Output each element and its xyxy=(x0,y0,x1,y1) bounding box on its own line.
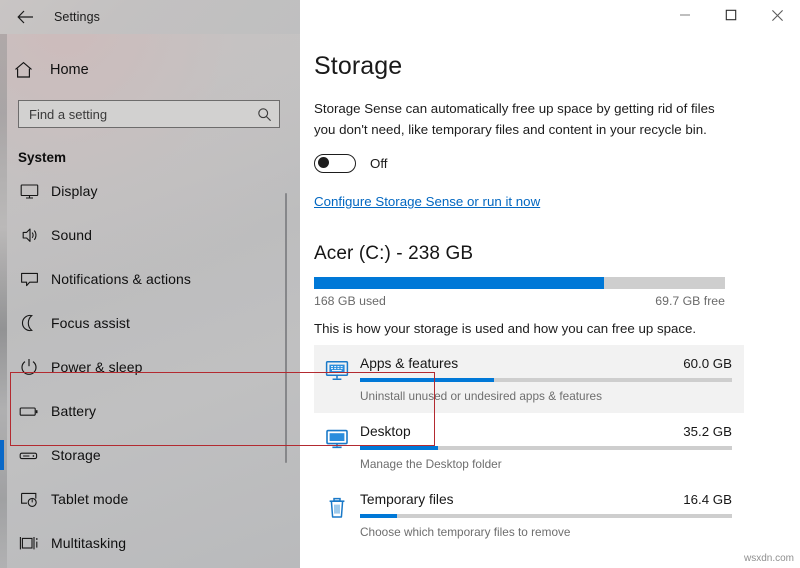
sidebar: Home System Display xyxy=(0,0,300,568)
storage-category-apps-features[interactable]: Apps & features 60.0 GB Uninstall unused… xyxy=(314,345,744,413)
storage-category-name: Temporary files xyxy=(360,492,454,507)
desktop-monitor-icon xyxy=(320,424,354,471)
moon-icon xyxy=(14,314,44,332)
sidebar-scrollbar[interactable] xyxy=(285,193,287,463)
sidebar-item-battery[interactable]: Battery xyxy=(0,389,300,433)
close-button[interactable] xyxy=(754,0,800,30)
storage-category-size: 60.0 GB xyxy=(683,356,732,371)
storage-list-intro: This is how your storage is used and how… xyxy=(314,321,800,336)
storage-category-size: 35.2 GB xyxy=(683,424,732,439)
drive-icon xyxy=(14,449,44,462)
configure-storage-sense-link[interactable]: Configure Storage Sense or run it now xyxy=(314,194,540,209)
monitor-icon xyxy=(14,183,44,200)
sidebar-item-home[interactable]: Home xyxy=(0,50,300,90)
home-label: Home xyxy=(50,62,89,78)
window-controls xyxy=(300,0,800,34)
drive-title: Acer (C:) - 238 GB xyxy=(314,243,800,265)
storage-sense-description: Storage Sense can automatically free up … xyxy=(314,98,732,140)
maximize-icon xyxy=(725,9,737,21)
sidebar-item-notifications-actions[interactable]: Notifications & actions xyxy=(0,257,300,301)
back-arrow-icon xyxy=(17,10,34,24)
battery-icon xyxy=(14,404,44,418)
storage-category-subtitle: Choose which temporary files to remove xyxy=(360,525,732,539)
minimize-icon xyxy=(679,9,691,21)
trash-icon xyxy=(320,492,354,539)
storage-category-bar xyxy=(360,378,732,382)
search-icon xyxy=(255,107,273,122)
storage-sense-toggle[interactable] xyxy=(314,154,356,173)
drive-used-label: 168 GB used xyxy=(314,294,386,308)
apps-features-icon xyxy=(320,356,354,403)
sidebar-item-tablet-mode[interactable]: Tablet mode xyxy=(0,477,300,521)
storage-category-name: Desktop xyxy=(360,424,411,439)
storage-category-body: Temporary files 16.4 GB Choose which tem… xyxy=(354,492,732,539)
storage-category-subtitle: Uninstall unused or undesired apps & fea… xyxy=(360,389,732,403)
storage-category-body: Desktop 35.2 GB Manage the Desktop folde… xyxy=(354,424,732,471)
sidebar-item-multitasking[interactable]: Multitasking xyxy=(0,521,300,565)
sidebar-item-label: Focus assist xyxy=(51,315,130,331)
sidebar-item-display[interactable]: Display xyxy=(0,169,300,213)
storage-category-bar xyxy=(360,446,732,450)
sidebar-item-storage[interactable]: Storage xyxy=(0,433,300,477)
sidebar-item-power-sleep[interactable]: Power & sleep xyxy=(0,345,300,389)
storage-category-body: Apps & features 60.0 GB Uninstall unused… xyxy=(354,356,732,403)
sidebar-nav-list: Display Sound xyxy=(0,169,300,565)
maximize-button[interactable] xyxy=(708,0,754,30)
storage-category-size: 16.4 GB xyxy=(683,492,732,507)
multitasking-icon xyxy=(14,535,44,552)
settings-window: Settings xyxy=(0,0,800,568)
sidebar-item-focus-assist[interactable]: Focus assist xyxy=(0,301,300,345)
minimize-button[interactable] xyxy=(662,0,708,30)
title-bar: Settings xyxy=(0,0,800,34)
search-input[interactable] xyxy=(29,101,255,127)
storage-category-bar-fill xyxy=(360,446,438,450)
speaker-icon xyxy=(14,227,44,244)
sidebar-item-label: Multitasking xyxy=(51,535,126,551)
sidebar-item-label: Power & sleep xyxy=(51,359,143,375)
sidebar-section-title: System xyxy=(18,150,300,165)
storage-category-bar-fill xyxy=(360,378,494,382)
sidebar-item-label: Display xyxy=(51,183,98,199)
notification-icon xyxy=(14,271,44,288)
sidebar-item-sound[interactable]: Sound xyxy=(0,213,300,257)
drive-free-label: 69.7 GB free xyxy=(655,294,725,308)
drive-usage-fill xyxy=(314,277,604,289)
toggle-knob xyxy=(318,157,329,168)
watermark: wsxdn.com xyxy=(744,553,794,564)
title-bar-left: Settings xyxy=(0,0,300,34)
storage-category-header: Apps & features 60.0 GB xyxy=(360,356,732,371)
close-icon xyxy=(771,9,784,22)
home-icon xyxy=(14,61,44,79)
back-button[interactable] xyxy=(8,1,42,33)
page-title: Storage xyxy=(314,52,800,81)
drive-usage-bar xyxy=(314,277,725,289)
storage-category-bar xyxy=(360,514,732,518)
storage-category-list: Apps & features 60.0 GB Uninstall unused… xyxy=(314,345,744,549)
window-title: Settings xyxy=(54,10,100,24)
selection-indicator xyxy=(0,440,4,470)
storage-category-temporary-files[interactable]: Temporary files 16.4 GB Choose which tem… xyxy=(314,481,744,549)
sidebar-item-label: Tablet mode xyxy=(51,491,128,507)
storage-category-subtitle: Manage the Desktop folder xyxy=(360,457,732,471)
power-icon xyxy=(14,358,44,376)
storage-category-header: Desktop 35.2 GB xyxy=(360,424,732,439)
storage-category-desktop[interactable]: Desktop 35.2 GB Manage the Desktop folde… xyxy=(314,413,744,481)
sidebar-item-label: Battery xyxy=(51,403,96,419)
drive-usage-legend: 168 GB used 69.7 GB free xyxy=(314,294,725,308)
storage-category-header: Temporary files 16.4 GB xyxy=(360,492,732,507)
sidebar-item-label: Storage xyxy=(51,447,101,463)
tablet-icon xyxy=(14,491,44,508)
storage-category-name: Apps & features xyxy=(360,356,458,371)
storage-sense-toggle-row: Off xyxy=(314,154,800,173)
search-box[interactable] xyxy=(18,100,280,128)
storage-category-bar-fill xyxy=(360,514,397,518)
main-content: Storage Storage Sense can automatically … xyxy=(300,34,800,568)
sidebar-item-label: Sound xyxy=(51,227,92,243)
storage-sense-state-label: Off xyxy=(370,156,388,171)
sidebar-item-label: Notifications & actions xyxy=(51,271,191,287)
